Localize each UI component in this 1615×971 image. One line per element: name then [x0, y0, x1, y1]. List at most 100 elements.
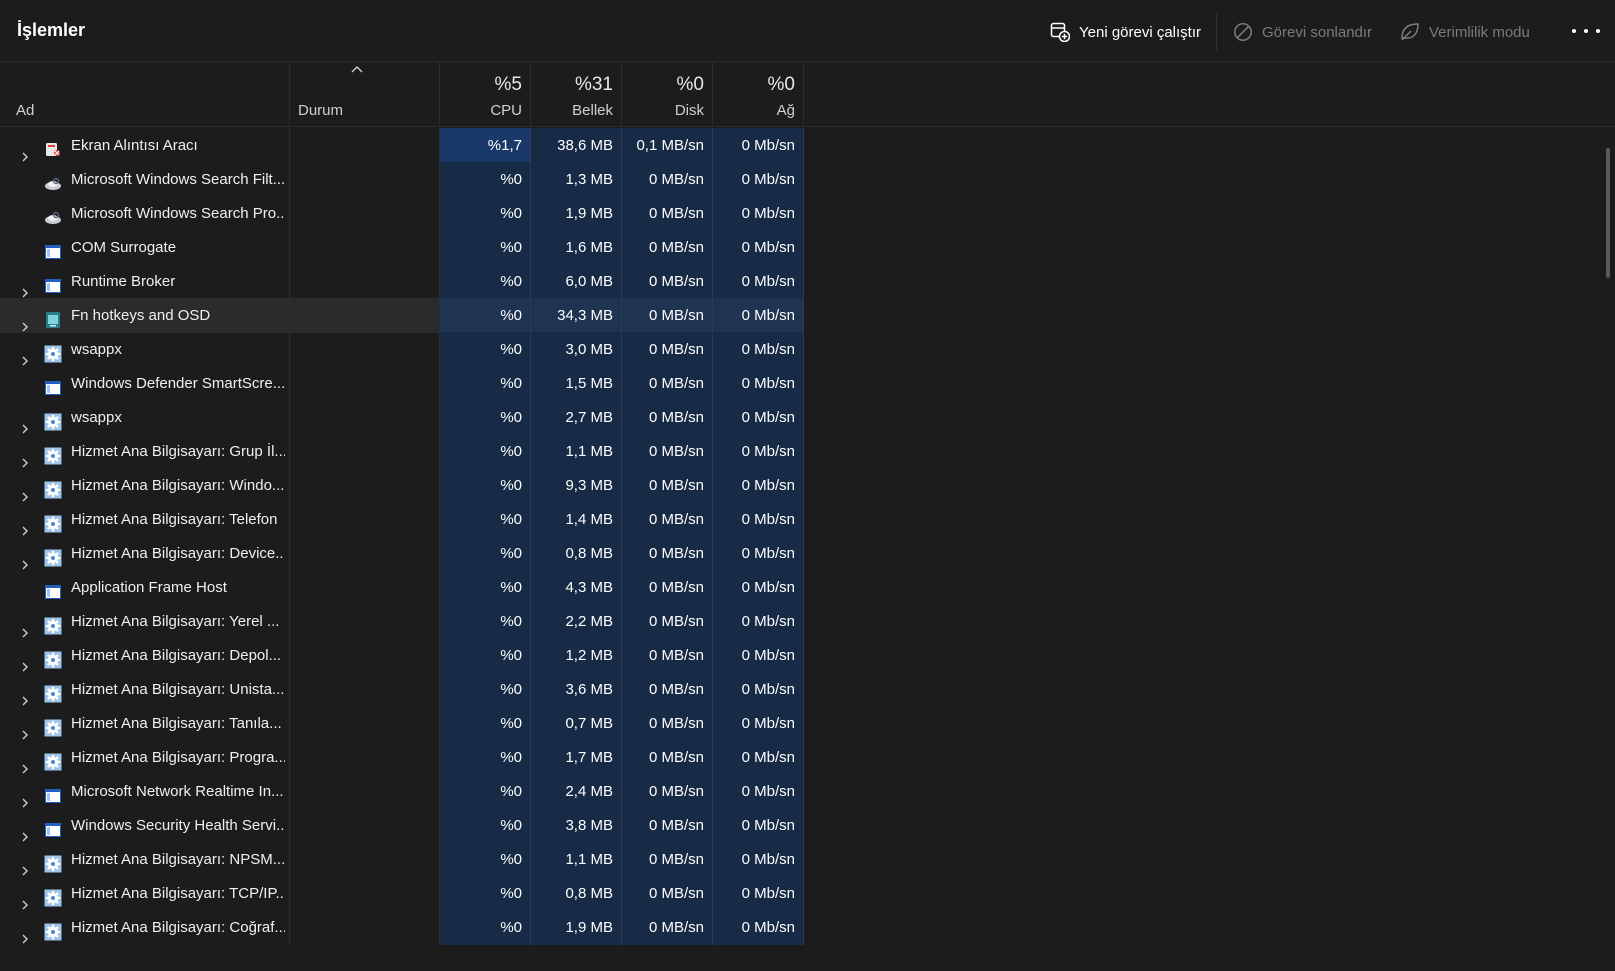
table-row[interactable]: Windows Security Health Servi... %0 3,8 MB…	[0, 808, 1615, 843]
table-row[interactable]: Fn hotkeys and OSD %0 34,3 MB 0 MB/sn 0 Mb/s…	[0, 298, 1615, 333]
network-value: 0 Mb/sn	[713, 502, 804, 537]
chevron-right-icon[interactable]	[20, 446, 30, 468]
table-row[interactable]: Hizmet Ana Bilgisayarı: Unista... %0 3,6 M…	[0, 672, 1615, 707]
process-status-cell	[290, 196, 440, 231]
chevron-right-icon[interactable]	[20, 786, 30, 808]
chevron-right-icon[interactable]	[20, 140, 30, 162]
disk-value: 0 MB/sn	[622, 570, 713, 605]
network-value: 0 Mb/sn	[713, 162, 804, 197]
chevron-right-icon[interactable]	[20, 922, 30, 944]
cpu-value: %0	[440, 264, 531, 299]
table-row[interactable]: Microsoft Windows Search Filt... %0 1,3 MB…	[0, 162, 1615, 197]
table-row[interactable]: Hizmet Ana Bilgisayarı: NPSM... %0 1,1 MB 0…	[0, 842, 1615, 877]
more-options-icon[interactable]	[1572, 19, 1600, 43]
disk-value: 0 MB/sn	[622, 264, 713, 299]
network-value: 0 Mb/sn	[713, 774, 804, 809]
process-name-cell: Fn hotkeys and OSD	[0, 298, 290, 333]
service-gear-icon	[44, 511, 62, 533]
memory-value: 3,8 MB	[531, 808, 622, 843]
process-status-cell	[290, 162, 440, 197]
chevron-right-icon[interactable]	[20, 888, 30, 910]
chevron-right-icon[interactable]	[20, 752, 30, 774]
search-service-icon	[44, 171, 62, 190]
column-cpu[interactable]: %5 CPU	[440, 62, 531, 127]
chevron-right-icon[interactable]	[20, 344, 30, 366]
table-row[interactable]: Hizmet Ana Bilgisayarı: Depol... %0 1,2 MB…	[0, 638, 1615, 673]
disk-value: 0 MB/sn	[622, 842, 713, 877]
chevron-right-icon[interactable]	[20, 616, 30, 638]
end-task-button[interactable]: Görevi sonlandır	[1233, 20, 1372, 44]
process-name: Hizmet Ana Bilgisayarı: Coğraf...	[71, 919, 285, 936]
table-row[interactable]: Hizmet Ana Bilgisayarı: Coğraf... %0 1,9 M…	[0, 910, 1615, 945]
process-status-cell	[290, 434, 440, 469]
table-row[interactable]: Ekran Alıntısı Aracı %1,7 38,6 MB 0,1 MB/sn…	[0, 128, 1615, 163]
chevron-right-icon[interactable]	[20, 514, 30, 536]
chevron-right-icon[interactable]	[20, 650, 30, 672]
disk-value: 0 MB/sn	[622, 808, 713, 843]
column-status[interactable]: Durum	[290, 62, 440, 127]
table-row[interactable]: Hizmet Ana Bilgisayarı: Windo... %0 9,3 MB…	[0, 468, 1615, 503]
disk-value: 0 MB/sn	[622, 774, 713, 809]
column-memory[interactable]: %31 Bellek	[531, 62, 622, 127]
table-row[interactable]: Hizmet Ana Bilgisayarı: TCP/IP... %0 0,8 M…	[0, 876, 1615, 911]
column-network[interactable]: %0 Ağ	[713, 62, 804, 127]
table-row[interactable]: Hizmet Ana Bilgisayarı: Device... %0 0,8 M…	[0, 536, 1615, 571]
table-row[interactable]: Hizmet Ana Bilgisayarı: Telefon %0 1,4 MB 0…	[0, 502, 1615, 537]
table-row[interactable]: COM Surrogate %0 1,6 MB 0 MB/sn 0 Mb/sn	[0, 230, 1615, 265]
chevron-right-icon[interactable]	[20, 480, 30, 502]
prohibited-icon	[1233, 22, 1253, 42]
scrollbar-thumb[interactable]	[1606, 148, 1610, 278]
efficiency-mode-button[interactable]: Verimlilik modu	[1400, 20, 1530, 44]
process-name: Application Frame Host	[71, 579, 227, 596]
chevron-right-icon[interactable]	[20, 854, 30, 876]
window-app-icon	[44, 579, 62, 599]
network-value: 0 Mb/sn	[713, 298, 804, 333]
cpu-value: %0	[440, 876, 531, 911]
process-status-cell	[290, 468, 440, 503]
process-name-cell: Hizmet Ana Bilgisayarı: Progra...	[0, 740, 290, 775]
chevron-right-icon[interactable]	[20, 684, 30, 706]
memory-total-percent: %31	[574, 74, 613, 95]
chevron-right-icon[interactable]	[20, 820, 30, 842]
cpu-value: %0	[440, 672, 531, 707]
cpu-value: %0	[440, 842, 531, 877]
table-row[interactable]: wsappx %0 3,0 MB 0 MB/sn 0 Mb/sn	[0, 332, 1615, 367]
disk-total-percent: %0	[676, 74, 704, 95]
toolbar: İşlemler Yeni görevi çalıştır Görevi son…	[0, 0, 1615, 62]
network-value: 0 Mb/sn	[713, 434, 804, 469]
process-status-cell	[290, 740, 440, 775]
table-row[interactable]: Hizmet Ana Bilgisayarı: Yerel ... %0 2,2 M…	[0, 604, 1615, 639]
table-row[interactable]: wsappx %0 2,7 MB 0 MB/sn 0 Mb/sn	[0, 400, 1615, 435]
cpu-value: %0	[440, 468, 531, 503]
chevron-right-icon[interactable]	[20, 412, 30, 434]
table-row[interactable]: Application Frame Host %0 4,3 MB 0 MB/sn 0 M…	[0, 570, 1615, 605]
process-name-cell: Hizmet Ana Bilgisayarı: Tanıla...	[0, 706, 290, 741]
table-row[interactable]: Hizmet Ana Bilgisayarı: Tanıla... %0 0,7 M…	[0, 706, 1615, 741]
network-value: 0 Mb/sn	[713, 808, 804, 843]
cpu-value: %0	[440, 570, 531, 605]
chevron-right-icon[interactable]	[20, 548, 30, 570]
table-row[interactable]: Hizmet Ana Bilgisayarı: Grup İl... %0 1,1 …	[0, 434, 1615, 469]
memory-value: 2,7 MB	[531, 400, 622, 435]
process-name-cell: Hizmet Ana Bilgisayarı: Windo...	[0, 468, 290, 503]
table-row[interactable]: Microsoft Network Realtime In... %0 2,4 MB…	[0, 774, 1615, 809]
process-name-cell: COM Surrogate	[0, 230, 290, 265]
table-row[interactable]: Windows Defender SmartScre... %0 1,5 MB 0 M…	[0, 366, 1615, 401]
run-new-task-button[interactable]: Yeni görevi çalıştır	[1050, 20, 1201, 44]
service-gear-icon	[44, 613, 62, 635]
process-name: Hizmet Ana Bilgisayarı: Tanıla...	[71, 715, 282, 732]
table-row[interactable]: Hizmet Ana Bilgisayarı: Progra... %0 1,7 M…	[0, 740, 1615, 775]
table-row[interactable]: Microsoft Windows Search Pro... %0 1,9 MB 0…	[0, 196, 1615, 231]
chevron-right-icon[interactable]	[20, 276, 30, 298]
service-gear-icon	[44, 885, 62, 907]
network-value: 0 Mb/sn	[713, 638, 804, 673]
column-disk[interactable]: %0 Disk	[622, 62, 713, 127]
process-status-cell	[290, 808, 440, 843]
table-row[interactable]: Runtime Broker %0 6,0 MB 0 MB/sn 0 Mb/sn	[0, 264, 1615, 299]
column-name[interactable]: Ad	[0, 62, 290, 127]
chevron-right-icon[interactable]	[20, 310, 30, 332]
chevron-right-icon[interactable]	[20, 718, 30, 740]
process-status-cell	[290, 128, 440, 163]
process-name: Hizmet Ana Bilgisayarı: Progra...	[71, 749, 285, 766]
network-value: 0 Mb/sn	[713, 196, 804, 231]
